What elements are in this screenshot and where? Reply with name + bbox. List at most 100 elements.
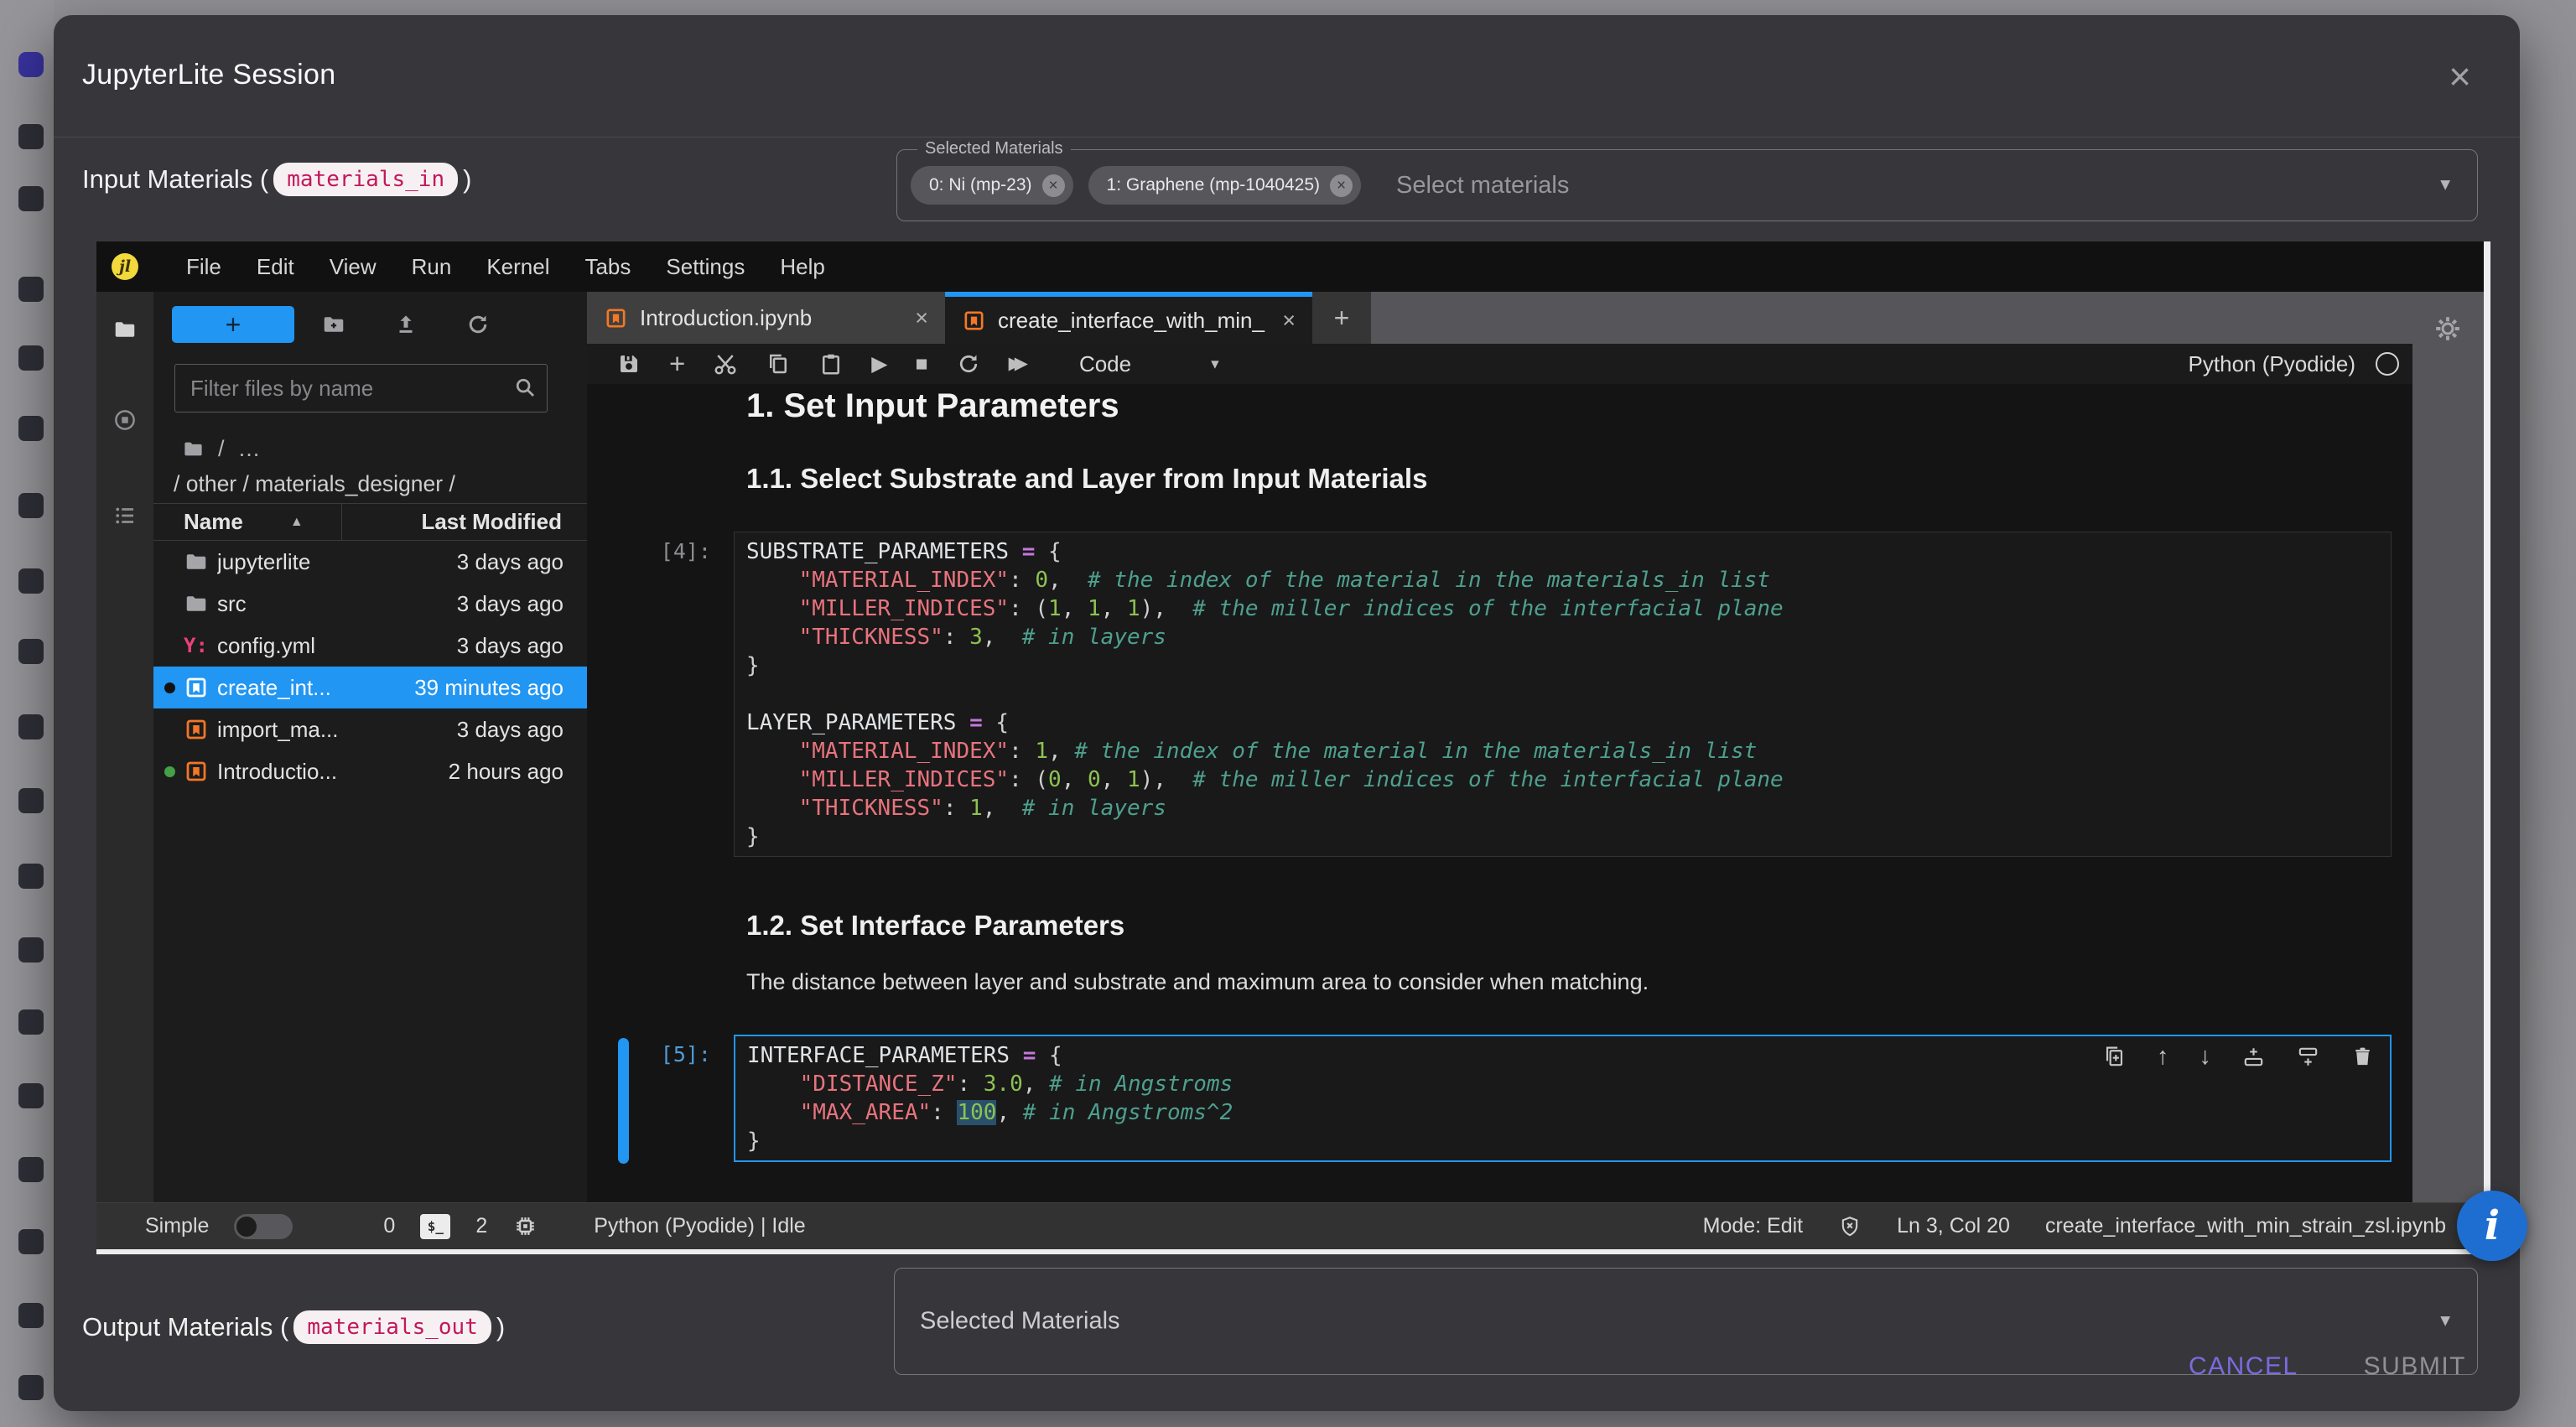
insert-cell-below-icon[interactable] xyxy=(2296,1045,2320,1069)
input-materials-label: Input Materials ( materials_in ) xyxy=(82,163,471,196)
stop-kernel-icon[interactable]: ■ xyxy=(916,351,928,376)
material-chip[interactable]: 1: Graphene (mp-1040425)× xyxy=(1088,166,1362,205)
kernel-status-icon xyxy=(2376,352,2399,376)
breadcrumb-ellipsis[interactable]: … xyxy=(238,436,261,462)
file-browser-tab-icon[interactable] xyxy=(112,317,138,342)
status-bar: Simple 0 $_ 2 Python (Pyodide) | Idle xyxy=(96,1202,2484,1249)
close-icon[interactable]: × xyxy=(2449,57,2471,96)
terminals-count[interactable]: 0 xyxy=(383,1214,395,1238)
tab-label[interactable]: create_interface_with_min_ xyxy=(998,308,1265,334)
tab-close-icon[interactable]: × xyxy=(898,305,928,331)
menu-run[interactable]: Run xyxy=(394,254,470,280)
input-materials-select[interactable]: Selected Materials 0: Ni (mp-23)×1: Grap… xyxy=(896,149,2478,221)
home-folder-icon[interactable] xyxy=(182,438,205,460)
kernel-status-text[interactable]: Python (Pyodide) | Idle xyxy=(594,1214,805,1238)
menu-kernel[interactable]: Kernel xyxy=(469,254,567,280)
jupyterlite-logo-icon: jl xyxy=(112,253,138,280)
file-name: src xyxy=(217,591,457,617)
cut-icon[interactable] xyxy=(713,351,738,376)
upload-icon[interactable] xyxy=(393,312,418,337)
material-chip[interactable]: 0: Ni (mp-23)× xyxy=(911,166,1073,205)
kernel-running-dot xyxy=(164,766,175,777)
code-line: SUBSTRATE_PARAMETERS = { xyxy=(746,537,2379,566)
background-app-icon xyxy=(18,277,44,302)
insert-cell-above-icon[interactable] xyxy=(2241,1045,2266,1069)
paste-icon[interactable] xyxy=(818,351,844,376)
delete-cell-icon[interactable] xyxy=(2350,1045,2375,1069)
menu-file[interactable]: File xyxy=(169,254,239,280)
new-launcher-button[interactable]: + xyxy=(172,306,294,343)
cell-editor[interactable]: SUBSTRATE_PARAMETERS = { "MATERIAL_INDEX… xyxy=(734,532,2392,857)
chevron-down-icon[interactable]: ▼ xyxy=(2437,176,2454,195)
menu-help[interactable]: Help xyxy=(762,254,842,280)
menu-tabs[interactable]: Tabs xyxy=(567,254,648,280)
mode-indicator[interactable]: Mode: Edit xyxy=(1703,1214,1804,1238)
chip-remove-icon[interactable]: × xyxy=(1330,174,1353,197)
trust-shield-icon[interactable] xyxy=(1838,1215,1862,1238)
move-cell-down-icon[interactable]: ↓ xyxy=(2199,1045,2212,1069)
left-activity-bar xyxy=(96,292,153,1202)
code-line xyxy=(746,680,2379,708)
tab-create-interface[interactable]: create_interface_with_min_ × xyxy=(945,292,1312,344)
file-row[interactable]: src3 days ago xyxy=(153,583,587,625)
breadcrumb-path[interactable]: / other / materials_designer / xyxy=(174,471,455,497)
file-row[interactable]: Y:config.yml3 days ago xyxy=(153,625,587,667)
breadcrumb-root[interactable]: / xyxy=(218,436,225,462)
right-sidebar-strip xyxy=(2412,292,2484,1202)
cancel-button[interactable]: CANCEL xyxy=(2189,1352,2298,1381)
menu-edit[interactable]: Edit xyxy=(239,254,312,280)
run-cell-icon[interactable]: ▶ xyxy=(871,351,887,376)
tab-introduction-ipynb[interactable]: Introduction.ipynb × xyxy=(587,292,945,344)
background-app-icon xyxy=(18,52,44,77)
add-tab-button[interactable]: + xyxy=(1312,292,1371,344)
new-folder-icon[interactable] xyxy=(321,312,346,337)
cell-type-dropdown[interactable]: Code xyxy=(1079,351,1131,377)
move-cell-up-icon[interactable]: ↑ xyxy=(2157,1045,2169,1069)
submit-button[interactable]: SUBMIT xyxy=(2364,1352,2466,1381)
file-row[interactable]: create_int...39 minutes ago xyxy=(153,667,587,708)
terminal-icon[interactable]: $_ xyxy=(420,1214,450,1239)
menu-view[interactable]: View xyxy=(312,254,394,280)
file-name: Introductio... xyxy=(217,759,449,785)
file-row[interactable]: Introductio...2 hours ago xyxy=(153,750,587,792)
kernel-indicator[interactable]: Python (Pyodide) xyxy=(2189,351,2412,377)
filter-files-input[interactable] xyxy=(174,364,548,413)
file-row[interactable]: import_ma...3 days ago xyxy=(153,708,587,750)
code-line: "MILLER_INDICES": (0, 0, 1), # the mille… xyxy=(746,765,2379,794)
table-of-contents-tab-icon[interactable] xyxy=(112,503,138,528)
file-modified: 3 days ago xyxy=(457,717,564,743)
copy-icon[interactable] xyxy=(766,351,791,376)
chevron-down-icon[interactable]: ▼ xyxy=(2437,1312,2454,1331)
file-row[interactable]: jupyterlite3 days ago xyxy=(153,541,587,583)
code-line: } xyxy=(747,1127,2378,1155)
notebook-file-icon xyxy=(184,675,209,700)
save-icon[interactable] xyxy=(616,351,641,376)
cursor-position[interactable]: Ln 3, Col 20 xyxy=(1897,1214,2010,1238)
tab-label[interactable]: Introduction.ipynb xyxy=(640,305,812,331)
running-sessions-tab-icon[interactable] xyxy=(112,407,138,433)
kernels-count[interactable]: 2 xyxy=(475,1214,487,1238)
chip-remove-icon[interactable]: × xyxy=(1042,174,1065,197)
insert-cell-icon[interactable]: + xyxy=(669,351,685,376)
restart-kernel-icon[interactable] xyxy=(956,351,981,376)
chevron-down-icon[interactable]: ▾ xyxy=(1211,355,1219,374)
tab-close-icon[interactable]: × xyxy=(1265,308,1296,334)
sort-ascending-icon[interactable]: ▲ xyxy=(290,515,304,530)
yaml-file-icon: Y: xyxy=(184,634,208,657)
breadcrumb[interactable]: / … xyxy=(182,436,261,462)
jupyterlab-window: jl FileEditViewRunKernelTabsSettingsHelp xyxy=(96,241,2484,1249)
info-button[interactable]: i xyxy=(2457,1191,2527,1261)
duplicate-cell-icon[interactable] xyxy=(2102,1045,2127,1069)
gear-icon[interactable] xyxy=(2433,314,2463,344)
refresh-icon[interactable] xyxy=(465,312,491,337)
toggle-knob xyxy=(236,1217,257,1237)
cell-editor[interactable]: INTERFACE_PARAMETERS = { "DISTANCE_Z": 3… xyxy=(734,1035,2392,1162)
cpu-chip-icon[interactable] xyxy=(512,1213,538,1239)
simple-mode-toggle[interactable] xyxy=(234,1214,293,1239)
column-last-modified[interactable]: Last Modified xyxy=(421,509,562,535)
column-name[interactable]: Name xyxy=(184,509,243,535)
notebook-file-icon xyxy=(962,309,986,333)
column-divider xyxy=(341,504,342,540)
menu-settings[interactable]: Settings xyxy=(648,254,762,280)
restart-run-all-icon[interactable]: ▶▶ xyxy=(1009,351,1028,376)
